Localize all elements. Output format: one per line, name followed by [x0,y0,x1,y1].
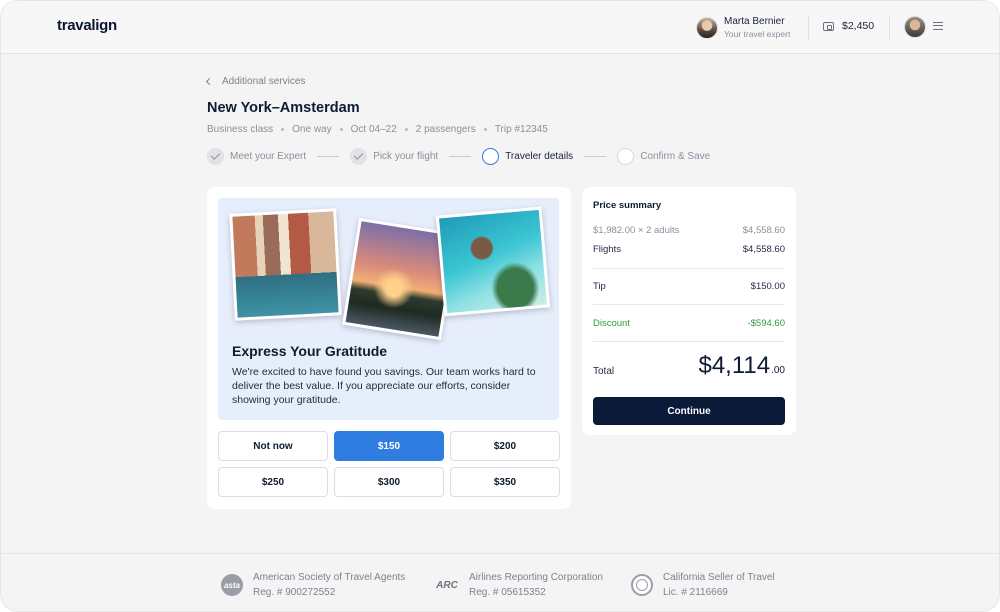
tip-value: $150.00 [750,281,785,292]
divider [593,304,785,305]
flights-value: $4,558.60 [742,244,785,255]
discount-value: -$594.60 [747,318,785,329]
gratitude-card: Express Your Gratitude We're excited to … [207,187,571,509]
tip-not-now-button[interactable]: Not now [218,431,328,461]
arc-logo: ARC [436,579,458,591]
fare-label: $1,982.00 × 2 adults [593,225,680,236]
hamburger-menu-icon[interactable] [933,22,943,30]
tip-200-button[interactable]: $200 [450,431,560,461]
accreditation-reg: Lic. # 2116669 [663,587,728,598]
total-amount: $4,114 .00 [698,352,785,380]
divider [593,341,785,342]
step-traveler-details[interactable]: Traveler details [482,147,574,165]
tip-label: Tip [593,281,606,292]
accreditation-name: California Seller of Travel [663,572,775,583]
flights-label: Flights [593,244,621,255]
step-connector [584,155,607,157]
total-label: Total [593,366,615,377]
trip-class: Business class [207,124,274,135]
meta-separator [404,128,408,131]
step-connector [449,155,472,157]
tip-350-button[interactable]: $350 [450,467,560,497]
venice-photo [229,208,342,321]
fare-row: $1,982.00 × 2 adults $4,558.60 [593,225,785,236]
user-avatar[interactable] [904,16,926,38]
price-summary-title: Price summary [593,200,662,211]
header-divider [808,15,809,39]
accreditation-name: American Society of Travel Agents [253,572,406,583]
trip-number: Trip #12345 [494,124,548,135]
progress-stepper: Meet your Expert Pick your flight Travel… [207,147,710,165]
trip-dates: Oct 04–22 [350,124,397,135]
tip-row: Tip $150.00 [593,281,785,292]
chevron-left-icon [205,77,214,86]
discount-row: Discount -$594.60 [593,318,785,329]
expert-name: Marta Bernier [724,16,785,27]
step-confirm-save[interactable]: Confirm & Save [617,147,711,165]
travalign-logo[interactable]: travalign [57,17,117,34]
meta-separator [483,128,487,131]
price-summary-card: Price summary $1,982.00 × 2 adults $4,55… [582,187,796,435]
tip-options: Not now $150 $200 $250 $300 $350 [218,431,560,497]
back-link-label: Additional services [222,76,306,87]
step-meet-expert[interactable]: Meet your Expert [207,147,307,165]
gratitude-text: We're excited to have found you savings.… [232,366,536,406]
tip-150-button[interactable]: $150 [334,431,444,461]
california-seal-icon [631,574,653,596]
gratitude-banner: Express Your Gratitude We're excited to … [218,198,559,420]
fare-value: $4,558.60 [742,225,785,236]
header-divider [889,15,890,39]
continue-button[interactable]: Continue [593,397,785,425]
meta-separator [339,128,343,131]
wallet-icon [823,21,834,31]
total-whole: $4,114 [698,352,771,379]
expert-info: Marta Bernier Your travel expert [724,16,790,40]
step-label: Meet your Expert [230,150,307,162]
expert-avatar [696,17,718,39]
total-cents: .00 [771,365,785,376]
wallet-amount: $2,450 [842,20,875,32]
tip-300-button[interactable]: $300 [334,467,444,497]
back-link[interactable]: Additional services [205,76,306,87]
trip-meta: Business class One way Oct 04–22 2 passe… [207,124,548,135]
accreditation-text: California Seller of Travel Lic. # 21166… [663,570,775,600]
discount-label: Discount [593,318,630,329]
accreditation-asta: asta American Society of Travel Agents R… [221,570,405,600]
accreditation-arc: ARC Airlines Reporting Corporation Reg. … [435,570,603,600]
accreditation-name: Airlines Reporting Corporation [469,572,603,583]
wallet-balance[interactable]: $2,450 [823,20,874,32]
top-header: travalign Marta Bernier Your travel expe… [1,1,999,54]
step-pick-flight[interactable]: Pick your flight [350,147,439,165]
step-label: Traveler details [505,150,574,162]
trip-type: One way [292,124,332,135]
accreditation-text: American Society of Travel Agents Reg. #… [253,570,405,600]
page-title: New York–Amsterdam [207,100,360,116]
check-icon [207,147,224,165]
accreditation-text: Airlines Reporting Corporation Reg. # 05… [469,570,603,600]
app-window: travalign Marta Bernier Your travel expe… [0,0,1000,612]
expert-role: Your travel expert [724,29,791,39]
tip-250-button[interactable]: $250 [218,467,328,497]
accreditation-reg: Reg. # 900272552 [253,587,336,598]
accreditation-reg: Reg. # 05615352 [469,587,546,598]
step-label: Pick your flight [373,150,439,162]
step-label: Confirm & Save [640,150,711,162]
travel-expert-profile[interactable]: Marta Bernier Your travel expert [696,14,790,42]
island-resort-photo [435,206,551,317]
active-step-icon [482,147,500,165]
flights-row: Flights $4,558.60 [593,244,785,255]
footer: asta American Society of Travel Agents R… [1,553,999,611]
accreditation-california: California Seller of Travel Lic. # 21166… [631,570,775,600]
step-connector [317,155,340,157]
pending-step-icon [617,147,635,165]
trip-passengers: 2 passengers [415,124,476,135]
check-icon [350,147,368,165]
gratitude-title: Express Your Gratitude [232,343,388,359]
meta-separator [281,128,285,131]
divider [593,268,785,269]
asta-logo: asta [221,574,243,596]
